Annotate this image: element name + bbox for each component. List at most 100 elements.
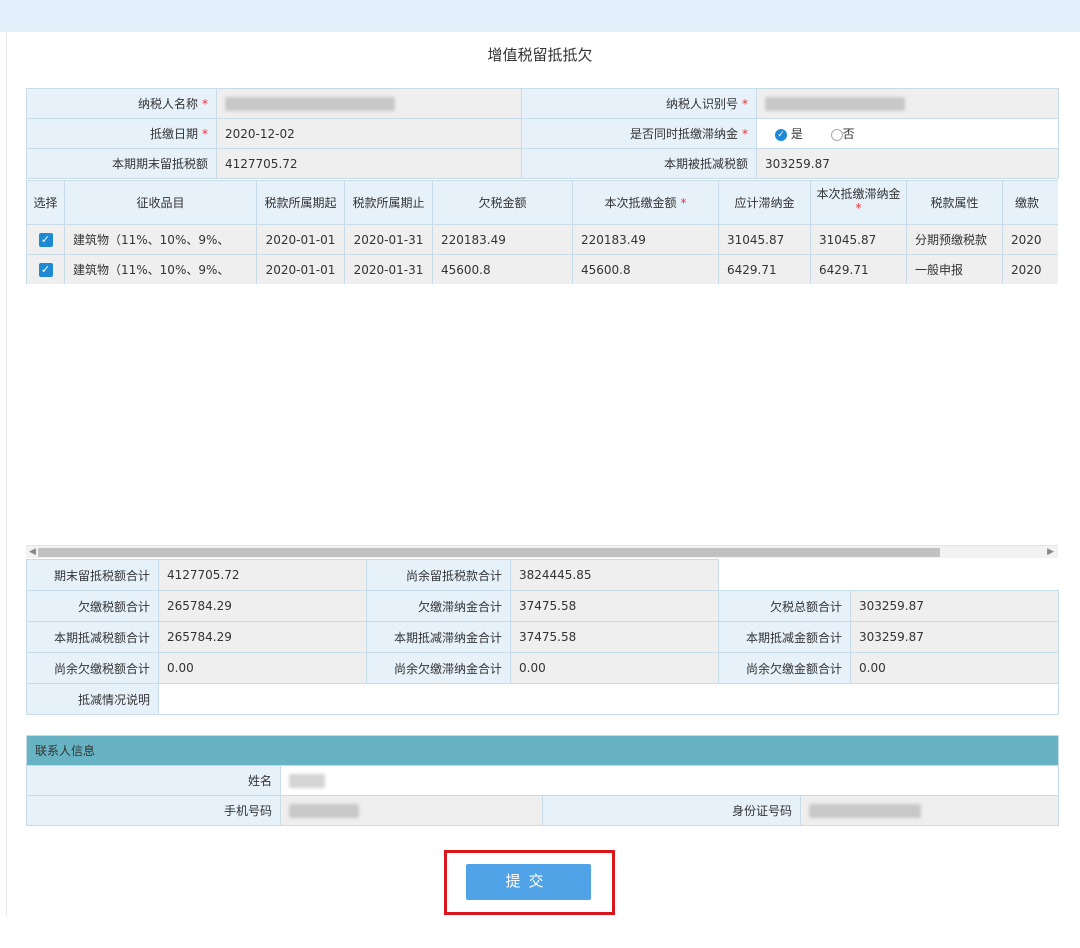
rem-fee-value: 0.00 (510, 652, 719, 684)
col-end: 税款所属期止 (344, 180, 433, 225)
cell-end: 2020-01-31 (344, 254, 433, 284)
redacted-contact-name (289, 773, 325, 788)
contact-section-header: 联系人信息 (25, 735, 1060, 766)
taxpayer-info-table: 纳税人名称 * 纳税人识别号 * 抵缴日期 * 2020-12-02 是否同时抵缴滞纳… (26, 88, 1059, 179)
col-late-fee: 应计滞纳金 (718, 180, 811, 225)
end-credit-value: 4127705.72 (216, 148, 522, 179)
cell-payd: 2020 (1002, 254, 1058, 284)
left-divider (6, 32, 7, 916)
cell-end: 2020-01-31 (344, 224, 433, 255)
ded-total-value: 303259.87 (850, 621, 1059, 653)
cell-pay[interactable]: 45600.8 (572, 254, 719, 284)
cell-payd: 2020 (1002, 224, 1058, 255)
cell-owed: 45600.8 (432, 254, 573, 284)
col-select: 选择 (26, 180, 65, 225)
late-fee-yes-radio[interactable]: ✓ 是 (775, 127, 803, 141)
cell-late-pay[interactable]: 31045.87 (810, 224, 907, 255)
end-credit-label: 本期期末留抵税额 (26, 148, 217, 179)
cell-owed: 220183.49 (432, 224, 573, 255)
redacted-name (225, 96, 395, 111)
col-start: 税款所属期起 (256, 180, 345, 225)
cell-late-fee: 31045.87 (718, 224, 811, 255)
taxpayer-id-field[interactable] (756, 88, 1059, 119)
empty-cell (718, 559, 1059, 591)
col-item: 征收品目 (64, 180, 257, 225)
row-checkbox[interactable]: ✓ (26, 224, 65, 255)
ded-tax-value: 265784.29 (158, 621, 367, 653)
ded-total-label: 本期抵减金额合计 (718, 621, 851, 653)
cell-item: 建筑物（11%、10%、9%、 (64, 224, 257, 255)
redacted-idcard (809, 803, 921, 818)
horizontal-scrollbar[interactable]: ◀ ▶ (26, 545, 1058, 558)
owed-total-value: 303259.87 (850, 590, 1059, 622)
submit-button[interactable]: 提交 (466, 864, 591, 900)
end-credit-total-value: 4127705.72 (158, 559, 367, 591)
summary-table: 期末留抵税额合计 4127705.72 尚余留抵税款合计 3824445.85 … (26, 559, 1059, 715)
owed-fee-value: 37475.58 (510, 590, 719, 622)
remain-credit-value: 3824445.85 (510, 559, 719, 591)
note-input[interactable] (158, 683, 1059, 715)
checkbox-checked-icon: ✓ (38, 263, 53, 277)
check-icon: ✓ (775, 128, 787, 141)
cell-start: 2020-01-01 (256, 254, 345, 284)
taxpayer-name-label: 纳税人名称 * (26, 88, 217, 119)
table-row[interactable]: ✓ 建筑物（11%、10%、9%、 2020-01-01 2020-01-31 … (26, 224, 1058, 255)
deducted-label: 本期被抵减税额 (521, 148, 757, 179)
rem-total-label: 尚余欠缴金额合计 (718, 652, 851, 684)
col-payd: 缴款 (1002, 180, 1058, 225)
rem-tax-value: 0.00 (158, 652, 367, 684)
idcard-input[interactable] (799, 795, 1060, 826)
late-fee-no-radio[interactable]: 否 (830, 127, 855, 141)
contact-table: 联系人信息 姓名 手机号码 身份证号码 (25, 735, 1060, 826)
arrears-grid: 选择 征收品目 税款所属期起 税款所属期止 欠税金额 本次抵缴金额 * 应计滞纳金… (26, 180, 1058, 284)
top-bar (0, 0, 1080, 32)
owed-tax-label: 欠缴税额合计 (26, 590, 159, 622)
end-credit-total-label: 期末留抵税额合计 (26, 559, 159, 591)
ded-fee-value: 37475.58 (510, 621, 719, 653)
redacted-id (765, 96, 905, 111)
ded-tax-label: 本期抵减税额合计 (26, 621, 159, 653)
pay-date-field[interactable]: 2020-12-02 (216, 118, 522, 149)
scroll-right-icon[interactable]: ▶ (1047, 546, 1054, 559)
taxpayer-id-label: 纳税人识别号 * (521, 88, 757, 119)
contact-name-input[interactable] (279, 765, 1060, 796)
col-pay: 本次抵缴金额 * (572, 180, 719, 225)
pay-date-label: 抵缴日期 * (26, 118, 217, 149)
cell-start: 2020-01-01 (256, 224, 345, 255)
cell-late-pay[interactable]: 6429.71 (810, 254, 907, 284)
scroll-left-icon[interactable]: ◀ (29, 546, 36, 559)
rem-total-value: 0.00 (850, 652, 1059, 684)
cell-pay[interactable]: 220183.49 (572, 224, 719, 255)
phone-label: 手机号码 (26, 795, 281, 826)
checkbox-checked-icon: ✓ (38, 233, 53, 247)
ded-fee-label: 本期抵减滞纳金合计 (366, 621, 511, 653)
col-owed: 欠税金额 (432, 180, 573, 225)
taxpayer-name-field[interactable] (216, 88, 522, 119)
cell-attr: 分期预缴税款 (906, 224, 1003, 255)
late-fee-radio-group: ✓ 是 否 (756, 118, 1059, 149)
col-attr: 税款属性 (906, 180, 1003, 225)
redacted-phone (289, 803, 359, 818)
col-late-pay: 本次抵缴滞纳金 * (810, 180, 907, 225)
idcard-label: 身份证号码 (542, 795, 801, 826)
owed-total-label: 欠税总额合计 (718, 590, 851, 622)
table-row[interactable]: ✓ 建筑物（11%、10%、9%、 2020-01-01 2020-01-31 … (26, 254, 1058, 284)
phone-input[interactable] (280, 795, 543, 826)
page-title: 增值税留抵抵欠 (487, 46, 593, 64)
grid-header-row: 选择 征收品目 税款所属期起 税款所属期止 欠税金额 本次抵缴金额 * 应计滞纳金… (26, 180, 1058, 225)
row-checkbox[interactable]: ✓ (26, 254, 65, 284)
cell-late-fee: 6429.71 (718, 254, 811, 284)
contact-name-label: 姓名 (26, 765, 281, 796)
remain-credit-label: 尚余留抵税款合计 (366, 559, 511, 591)
owed-fee-label: 欠缴滞纳金合计 (366, 590, 511, 622)
deducted-value: 303259.87 (756, 148, 1059, 179)
rem-fee-label: 尚余欠缴滞纳金合计 (366, 652, 511, 684)
cell-attr: 一般申报 (906, 254, 1003, 284)
late-fee-label: 是否同时抵缴滞纳金 * (521, 118, 757, 149)
radio-empty-icon (830, 128, 843, 141)
note-label: 抵减情况说明 (26, 683, 159, 715)
rem-tax-label: 尚余欠缴税额合计 (26, 652, 159, 684)
cell-item: 建筑物（11%、10%、9%、 (64, 254, 257, 284)
scroll-thumb[interactable] (38, 548, 940, 557)
owed-tax-value: 265784.29 (158, 590, 367, 622)
